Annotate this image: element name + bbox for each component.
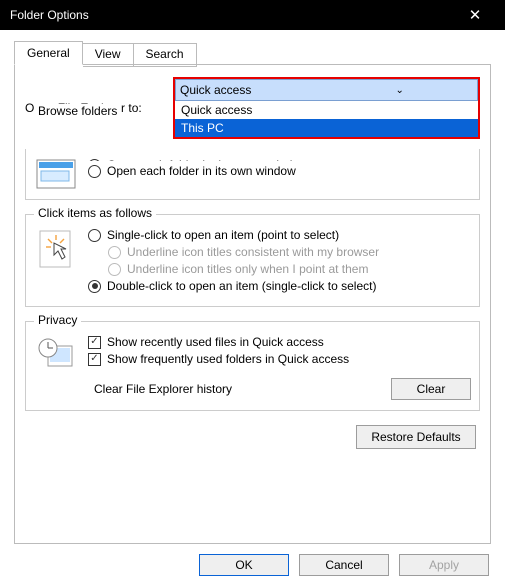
radio-icon [88,280,101,293]
underline-consistent-radio: Underline icon titles consistent with my… [108,245,471,259]
open-option-quick-access[interactable]: Quick access [175,101,478,119]
browse-folders-group: Browse folders Open each folder in the s… [25,149,480,200]
frequent-folders-label: Show frequently used folders in Quick ac… [107,352,349,366]
double-click-label: Double-click to open an item (single-cli… [107,279,376,293]
underline-point-label: Underline icon titles only when I point … [127,262,368,276]
browse-same-window-radio[interactable]: Open each folder in the same window [88,158,471,161]
recent-files-check[interactable]: Show recently used files in Quick access [88,335,471,349]
ok-button[interactable]: OK [199,554,289,576]
checkbox-icon [88,353,101,366]
privacy-icon [34,332,78,400]
underline-consistent-label: Underline icon titles consistent with my… [127,245,379,259]
browse-own-window-radio[interactable]: Open each folder in its own window [88,164,471,178]
privacy-legend: Privacy [34,313,81,327]
radio-icon [88,229,101,242]
radio-icon [108,263,121,276]
browse-folder-icon [34,155,78,189]
tabs: General View Search [14,41,491,65]
radio-icon [108,246,121,259]
click-items-group: Click items as follows Single-click to o… [25,214,480,307]
single-click-radio[interactable]: Single-click to open an item (point to s… [88,228,471,242]
frequent-folders-check[interactable]: Show frequently used folders in Quick ac… [88,352,471,366]
restore-defaults-button[interactable]: Restore Defaults [356,425,476,449]
double-click-radio[interactable]: Double-click to open an item (single-cli… [88,279,471,293]
panel-general: Open File Explorer to: Quick access ⌄ Qu… [14,64,491,544]
open-option-this-pc[interactable]: This PC [175,119,478,137]
browse-folders-legend: Browse folders [34,104,121,118]
window-title: Folder Options [10,8,455,22]
click-items-legend: Click items as follows [34,206,156,220]
underline-point-radio: Underline icon titles only when I point … [108,262,471,276]
apply-button[interactable]: Apply [399,554,489,576]
chevron-down-icon: ⌄ [327,85,474,96]
single-click-label: Single-click to open an item (point to s… [107,228,339,242]
clear-button[interactable]: Clear [391,378,471,400]
browse-same-label: Open each folder in the same window [107,158,308,161]
browse-own-label: Open each folder in its own window [107,164,296,178]
open-dropdown[interactable]: Quick access ⌄ Quick access This PC [173,77,480,139]
titlebar: Folder Options ✕ [0,0,505,30]
recent-files-label: Show recently used files in Quick access [107,335,324,349]
open-dropdown-selected: Quick access [180,83,327,97]
checkbox-icon [88,336,101,349]
tab-general[interactable]: General [14,41,83,65]
privacy-group: Privacy Show recently used files in Quic… [25,321,480,411]
cancel-button[interactable]: Cancel [299,554,389,576]
open-dropdown-list: Quick access This PC [175,101,478,137]
close-icon[interactable]: ✕ [455,6,495,24]
radio-icon [88,165,101,178]
radio-icon [88,159,101,162]
clear-history-label: Clear File Explorer history [88,382,391,396]
click-icon [34,225,78,296]
